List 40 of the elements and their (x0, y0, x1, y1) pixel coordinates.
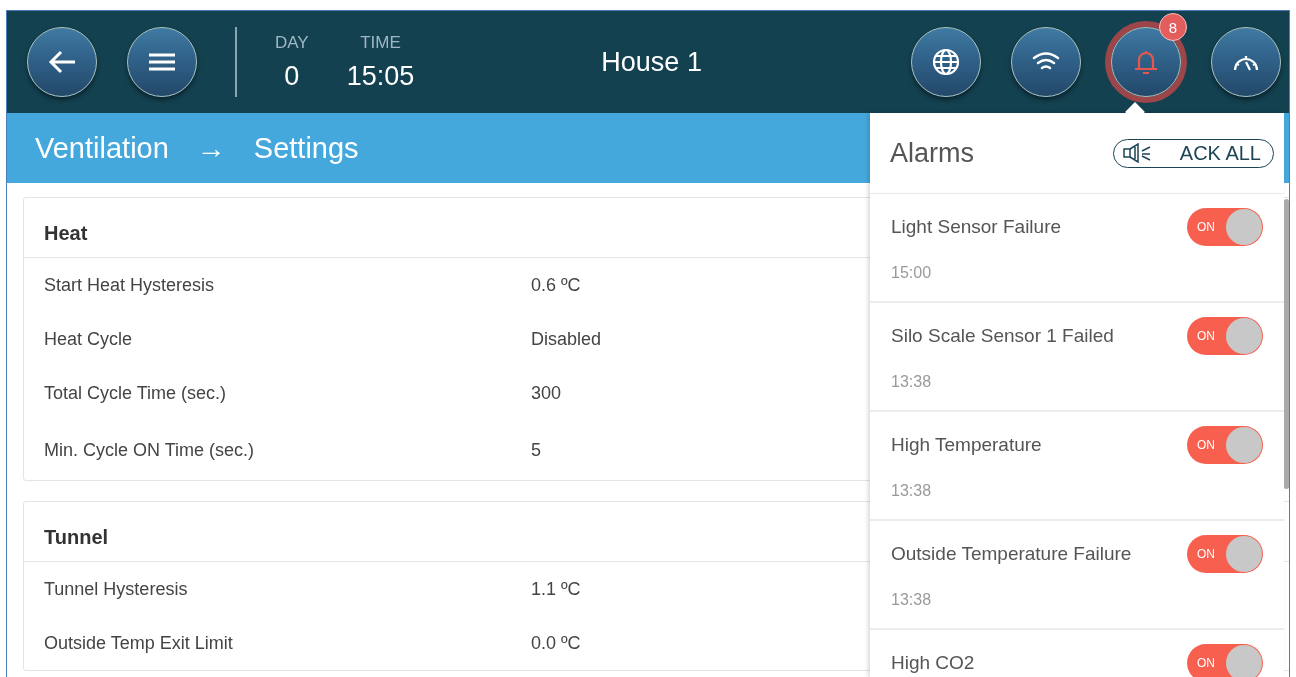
ack-all-button[interactable]: ACK ALL (1112, 138, 1274, 168)
globe-button[interactable] (911, 27, 981, 97)
back-button[interactable] (27, 27, 97, 97)
alarm-name: High Temperature (891, 434, 1042, 456)
wifi-button[interactable] (1011, 27, 1081, 97)
alarm-time: 13:38 (891, 482, 933, 500)
setting-value[interactable]: 5 (531, 439, 541, 461)
setting-label: Outside Temp Exit Limit (44, 632, 234, 654)
menu-icon (147, 52, 177, 72)
breadcrumb-arrow: → (196, 131, 226, 165)
setting-label: Min. Cycle ON Time (sec.) (44, 439, 256, 461)
scrollbar[interactable] (1284, 199, 1289, 489)
day-value: 0 (284, 60, 300, 92)
gauge-button[interactable] (1211, 27, 1281, 97)
alarm-time: 13:38 (891, 591, 933, 609)
setting-value[interactable]: Disabled (531, 328, 602, 350)
alarm-name: High CO2 (891, 652, 975, 674)
alarms-title: Alarms (890, 137, 974, 169)
alarm-time: 13:38 (891, 373, 933, 391)
setting-value[interactable]: 1.1 ºC (531, 578, 581, 600)
back-arrow-icon (47, 49, 77, 75)
house-title: House 1 (600, 46, 703, 78)
alarm-count-badge: 8 (1159, 13, 1187, 41)
setting-label: Heat Cycle (44, 328, 134, 350)
setting-value[interactable]: 300 (531, 382, 562, 404)
alarm-name: Silo Scale Sensor 1 Failed (891, 325, 1114, 347)
day-label: DAY (275, 32, 309, 53)
setting-value[interactable]: 0.0 ºC (531, 632, 581, 654)
globe-icon (931, 47, 961, 77)
time-label: TIME (360, 32, 401, 53)
setting-label: Tunnel Hysteresis (44, 578, 189, 600)
setting-label: Total Cycle Time (sec.) (44, 382, 228, 404)
alarm-name: Light Sensor Failure (891, 216, 1062, 238)
setting-value[interactable]: 0.6 ºC (531, 274, 581, 296)
setting-label: Start Heat Hysteresis (44, 274, 216, 296)
alarm-name: Outside Temperature Failure (891, 543, 1132, 565)
time-value: 15:05 (346, 60, 415, 92)
alarm-time: 15:00 (891, 264, 933, 282)
breadcrumb-page: Settings (253, 131, 359, 165)
menu-button[interactable] (127, 27, 197, 97)
